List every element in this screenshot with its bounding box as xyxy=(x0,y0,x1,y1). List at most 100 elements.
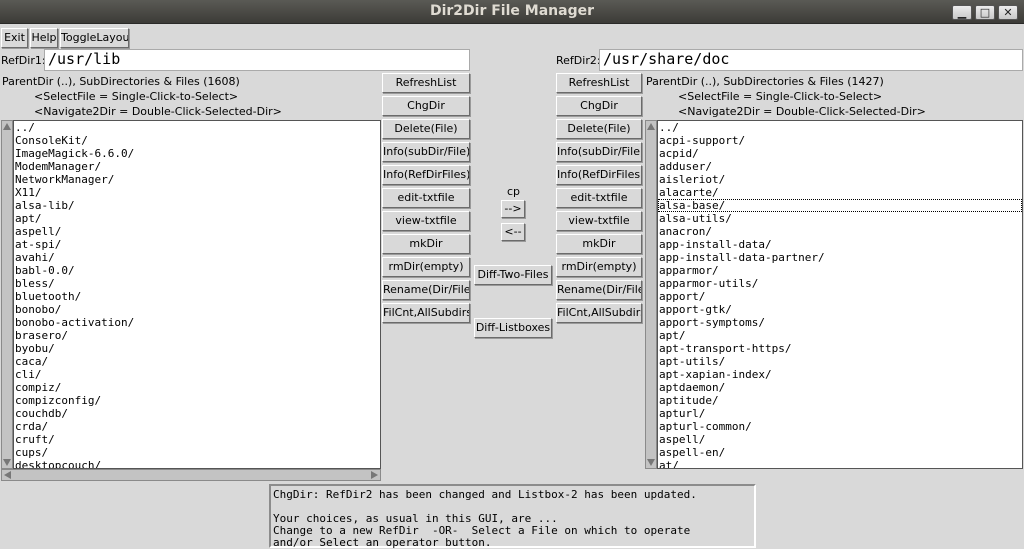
left-edit-txtfile-button[interactable]: edit-txtfile xyxy=(382,188,470,208)
help-button[interactable]: Help xyxy=(30,28,58,48)
left-listbox[interactable]: ../ConsoleKit/ImageMagick-6.6.0/ModemMan… xyxy=(13,120,381,469)
scroll-left-icon[interactable] xyxy=(4,471,11,479)
list-item[interactable]: apparmor-utils/ xyxy=(658,277,1022,290)
list-item[interactable]: cli/ xyxy=(14,368,380,381)
list-item[interactable]: alsa-utils/ xyxy=(658,212,1022,225)
left-rmdir-empty-button[interactable]: rmDir(empty) xyxy=(382,257,470,277)
list-item[interactable]: aspell-en/ xyxy=(658,446,1022,459)
right-vertical-scrollbar[interactable] xyxy=(645,120,657,469)
left-chg-dir-button[interactable]: ChgDir xyxy=(382,96,470,116)
copy-right-button[interactable]: --> xyxy=(501,200,525,218)
left-info-subdir-file-button[interactable]: Info(subDir/File) xyxy=(382,142,470,162)
list-item[interactable]: babl-0.0/ xyxy=(14,264,380,277)
list-item[interactable]: anacron/ xyxy=(658,225,1022,238)
list-item[interactable]: alacarte/ xyxy=(658,186,1022,199)
right-chg-dir-button[interactable]: ChgDir xyxy=(556,96,642,116)
scroll-up-icon[interactable] xyxy=(3,123,11,130)
list-item[interactable]: bonobo/ xyxy=(14,303,380,316)
list-item[interactable]: cups/ xyxy=(14,446,380,459)
left-horizontal-scrollbar[interactable] xyxy=(1,469,381,481)
refdir2-input[interactable]: /usr/share/doc xyxy=(599,49,1023,71)
diff-listboxes-button[interactable]: Diff-Listboxes xyxy=(474,318,552,338)
list-item[interactable]: avahi/ xyxy=(14,251,380,264)
diff-two-files-button[interactable]: Diff-Two-Files xyxy=(474,265,552,285)
list-item[interactable]: X11/ xyxy=(14,186,380,199)
list-item[interactable]: app-install-data-partner/ xyxy=(658,251,1022,264)
list-item[interactable]: apt-transport-https/ xyxy=(658,342,1022,355)
list-item[interactable]: ImageMagick-6.6.0/ xyxy=(14,147,380,160)
left-refresh-list-button[interactable]: RefreshList xyxy=(382,73,470,93)
list-item[interactable]: compizconfig/ xyxy=(14,394,380,407)
list-item[interactable]: app-install-data/ xyxy=(658,238,1022,251)
right-info-subdir-file-button[interactable]: Info(subDir/File) xyxy=(556,142,642,162)
left-mkdir-button[interactable]: mkDir xyxy=(382,234,470,254)
list-item[interactable]: apport-gtk/ xyxy=(658,303,1022,316)
list-item[interactable]: apparmor/ xyxy=(658,264,1022,277)
list-item[interactable]: crda/ xyxy=(14,420,380,433)
list-item[interactable]: adduser/ xyxy=(658,160,1022,173)
scroll-up-icon[interactable] xyxy=(647,123,655,130)
minimize-button[interactable]: ▁ xyxy=(952,5,972,20)
list-item[interactable]: apturl-common/ xyxy=(658,420,1022,433)
scroll-right-icon[interactable] xyxy=(371,471,378,479)
list-item[interactable]: caca/ xyxy=(14,355,380,368)
refdir1-input[interactable]: /usr/lib xyxy=(44,49,470,71)
list-item[interactable]: bluetooth/ xyxy=(14,290,380,303)
list-item[interactable]: aisleriot/ xyxy=(658,173,1022,186)
left-vertical-scrollbar[interactable] xyxy=(1,120,13,469)
list-item[interactable]: compiz/ xyxy=(14,381,380,394)
list-item[interactable]: apport-symptoms/ xyxy=(658,316,1022,329)
list-item[interactable]: ../ xyxy=(14,121,380,134)
left-info-refdir-files-button[interactable]: Info(RefDirFiles) xyxy=(382,165,470,185)
left-view-txtfile-button[interactable]: view-txtfile xyxy=(382,211,470,231)
list-item[interactable]: ConsoleKit/ xyxy=(14,134,380,147)
right-hint-navigate: <Navigate2Dir = Double-Click-Selected-Di… xyxy=(678,105,926,118)
right-refresh-list-button[interactable]: RefreshList xyxy=(556,73,642,93)
list-item[interactable]: bonobo-activation/ xyxy=(14,316,380,329)
list-item[interactable]: apt/ xyxy=(14,212,380,225)
right-edit-txtfile-button[interactable]: edit-txtfile xyxy=(556,188,642,208)
list-item[interactable]: bless/ xyxy=(14,277,380,290)
left-filcnt-allsubdirs-button[interactable]: FilCnt,AllSubdirs xyxy=(382,303,470,323)
list-item[interactable]: NetworkManager/ xyxy=(14,173,380,186)
list-item[interactable]: apt/ xyxy=(658,329,1022,342)
left-rename-dir-file-button[interactable]: Rename(Dir/File) xyxy=(382,280,470,300)
list-item[interactable]: acpid/ xyxy=(658,147,1022,160)
list-item[interactable]: aspell/ xyxy=(658,433,1022,446)
list-item[interactable]: alsa-base/ xyxy=(658,199,1022,212)
list-item[interactable]: brasero/ xyxy=(14,329,380,342)
right-mkdir-button[interactable]: mkDir xyxy=(556,234,642,254)
list-item[interactable]: desktopcouch/ xyxy=(14,459,380,468)
list-item[interactable]: aptitude/ xyxy=(658,394,1022,407)
right-rename-dir-file-button[interactable]: Rename(Dir/File) xyxy=(556,280,642,300)
list-item[interactable]: alsa-lib/ xyxy=(14,199,380,212)
right-delete-file-button[interactable]: Delete(File) xyxy=(556,119,642,139)
toggle-layout-button[interactable]: ToggleLayout xyxy=(60,28,129,48)
list-item[interactable]: aptdaemon/ xyxy=(658,381,1022,394)
list-item[interactable]: byobu/ xyxy=(14,342,380,355)
scroll-down-icon[interactable] xyxy=(647,459,655,466)
list-item[interactable]: at/ xyxy=(658,459,1022,468)
right-listbox[interactable]: ../acpi-support/acpid/adduser/aisleriot/… xyxy=(657,120,1023,469)
maximize-button[interactable]: □ xyxy=(975,5,995,20)
right-rmdir-empty-button[interactable]: rmDir(empty) xyxy=(556,257,642,277)
list-item[interactable]: aspell/ xyxy=(14,225,380,238)
list-item[interactable]: apt-xapian-index/ xyxy=(658,368,1022,381)
exit-button[interactable]: Exit xyxy=(1,28,28,48)
list-item[interactable]: couchdb/ xyxy=(14,407,380,420)
list-item[interactable]: cruft/ xyxy=(14,433,380,446)
scroll-down-icon[interactable] xyxy=(3,459,11,466)
copy-left-button[interactable]: <-- xyxy=(501,223,525,241)
list-item[interactable]: ../ xyxy=(658,121,1022,134)
close-button[interactable]: ✕ xyxy=(998,5,1018,20)
list-item[interactable]: acpi-support/ xyxy=(658,134,1022,147)
left-delete-file-button[interactable]: Delete(File) xyxy=(382,119,470,139)
list-item[interactable]: at-spi/ xyxy=(14,238,380,251)
list-item[interactable]: apport/ xyxy=(658,290,1022,303)
list-item[interactable]: ModemManager/ xyxy=(14,160,380,173)
list-item[interactable]: apturl/ xyxy=(658,407,1022,420)
list-item[interactable]: apt-utils/ xyxy=(658,355,1022,368)
right-filcnt-allsubdirs-button[interactable]: FilCnt,AllSubdirs xyxy=(556,303,642,323)
right-view-txtfile-button[interactable]: view-txtfile xyxy=(556,211,642,231)
right-info-refdir-files-button[interactable]: Info(RefDirFiles) xyxy=(556,165,642,185)
